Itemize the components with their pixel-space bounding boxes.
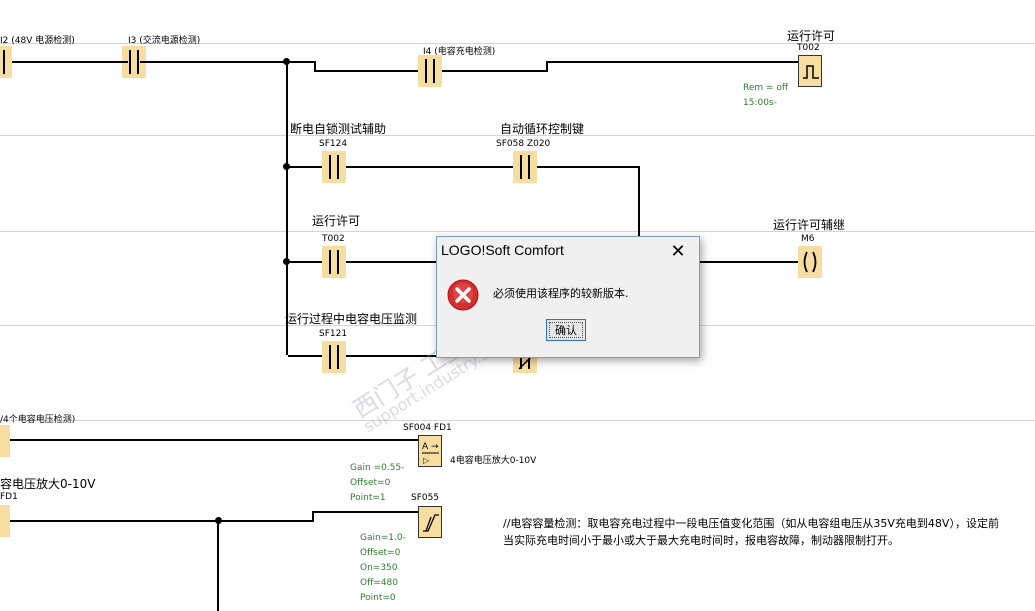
- t002-title: 运行许可: [787, 29, 836, 43]
- analog-input-2[interactable]: [0, 505, 10, 537]
- svg-text:→: →: [431, 442, 439, 452]
- wire: [537, 166, 640, 168]
- amplifier-block-sf004[interactable]: A → ▷: [418, 435, 442, 467]
- ok-button[interactable]: 确认: [546, 319, 586, 341]
- sf055-param-offset: Offset=0: [360, 548, 401, 558]
- error-icon: [447, 279, 479, 311]
- wire: [698, 261, 798, 263]
- error-dialog: LOGO!Soft Comfort ✕ 必须使用该程序的较新版本. 确认: [436, 236, 700, 358]
- sf055-label: SF055: [411, 493, 440, 503]
- analog-input-1[interactable]: [0, 425, 10, 457]
- sf121-label: SF121: [319, 329, 348, 339]
- t002-contact-title: 运行许可: [312, 214, 361, 228]
- sf055-param-gain: Gain=1.0-: [360, 533, 406, 543]
- wire: [12, 61, 122, 63]
- sf121-title: 运行过程中电容电压监测: [285, 312, 418, 326]
- wire: [288, 261, 322, 263]
- i3-label: I3 (交流电源检测): [128, 36, 201, 46]
- wire: [346, 166, 513, 168]
- wire: [288, 166, 322, 168]
- sf124-title: 断电自锁测试辅助: [290, 122, 387, 136]
- wire: [546, 61, 798, 63]
- wire: [10, 520, 314, 522]
- wire: [314, 70, 418, 72]
- contact-i2[interactable]: [0, 46, 12, 78]
- contact-t002[interactable]: [322, 246, 346, 278]
- coil-m6[interactable]: [798, 246, 822, 278]
- sf055-param-on: On=350: [360, 563, 398, 573]
- sf058-title: 自动循环控制键: [500, 122, 585, 136]
- dialog-message: 必须使用该程序的较新版本.: [493, 287, 629, 300]
- wire: [217, 520, 219, 611]
- analog-left2-label: 容电压放大0-10V: [0, 477, 96, 491]
- t002-time: 15:00s-: [743, 98, 777, 108]
- svg-text:A: A: [422, 442, 429, 452]
- close-icon[interactable]: ✕: [667, 241, 689, 263]
- wire: [288, 61, 316, 63]
- sf004-param-gain: Gain =0.55-: [350, 463, 405, 473]
- sf124-label: SF124: [319, 139, 348, 149]
- dialog-title: LOGO!Soft Comfort: [441, 242, 564, 258]
- contact-i4[interactable]: [418, 55, 442, 87]
- rung-separator: [0, 231, 1035, 232]
- comment-line-2: 当实际充电时间小于最小或大于最大充电时间时，报电容故障，制动器限制打开。: [503, 534, 899, 547]
- rung-separator: [0, 420, 1035, 421]
- t002-block-label: T002: [797, 43, 820, 53]
- sf058-label: SF058 Z020: [496, 139, 551, 149]
- contact-sf058[interactable]: [513, 151, 537, 183]
- wire: [442, 70, 548, 72]
- comment-line-1: //电容容量检测：取电容充电过程中一段电压值变化范围（如从电容组电压从35V充电…: [503, 517, 999, 530]
- dialog-body: 必须使用该程序的较新版本. 确认: [437, 267, 699, 357]
- m6-title: 运行许可辅继: [773, 218, 846, 232]
- threshold-block-sf055[interactable]: [418, 506, 442, 538]
- t002-rem: Rem = off: [743, 83, 789, 93]
- wire: [288, 355, 322, 357]
- contact-sf121[interactable]: [322, 341, 346, 373]
- sf004-param-offset: Offset=0: [350, 478, 391, 488]
- sf055-param-off: Off=480: [360, 578, 399, 588]
- t002-contact-label: T002: [322, 234, 345, 244]
- sf004-label: SF004 FD1: [403, 423, 452, 433]
- wire: [312, 511, 418, 513]
- contact-sf124[interactable]: [322, 151, 346, 183]
- contact-i3[interactable]: [122, 46, 146, 78]
- sf004-param-point: Point=1: [350, 493, 386, 503]
- fd1-label: FD1: [0, 492, 18, 502]
- wire: [146, 61, 288, 63]
- analog-left-label: /4个电容电压检测): [0, 415, 76, 425]
- wire: [346, 261, 438, 263]
- timer-block-t002[interactable]: [798, 55, 822, 87]
- m6-label: M6: [801, 234, 815, 244]
- svg-text:▷: ▷: [423, 456, 430, 465]
- sf004-desc: 4电容电压放大0-10V: [450, 456, 537, 466]
- sf055-param-point: Point=0: [360, 593, 396, 603]
- wire: [10, 439, 418, 441]
- i2-label: I2 (48V 电源检测): [0, 36, 75, 46]
- wire: [638, 166, 640, 238]
